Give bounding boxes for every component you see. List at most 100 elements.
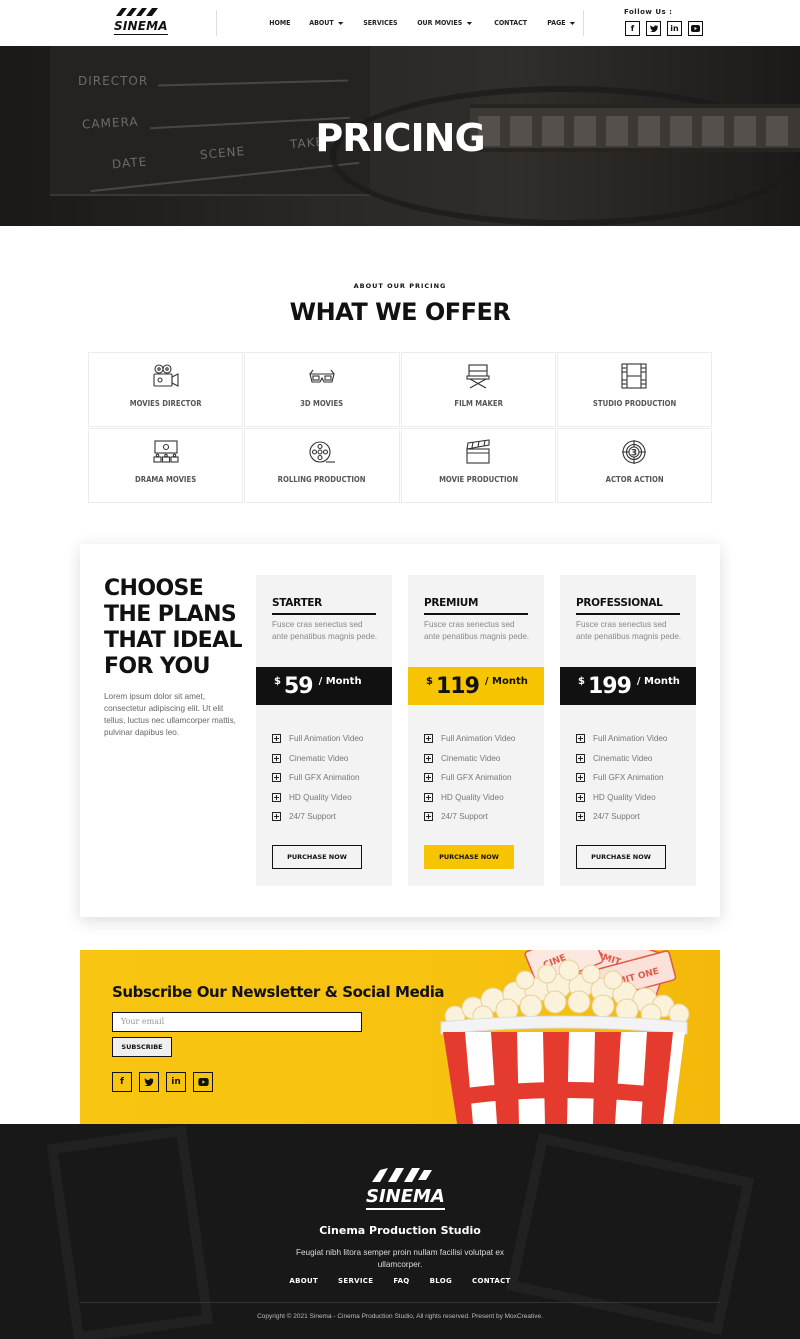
plus-square-icon bbox=[272, 773, 281, 783]
youtube-icon[interactable] bbox=[688, 21, 703, 36]
offer-item[interactable]: MOVIES DIRECTOR bbox=[88, 352, 244, 427]
plan-underline bbox=[272, 613, 376, 615]
nav-page[interactable]: PAGE bbox=[540, 19, 583, 27]
feature-label: Cinematic Video bbox=[441, 753, 501, 763]
offer-item[interactable]: ROLLING PRODUCTION bbox=[244, 428, 400, 503]
footer-link-about[interactable]: ABOUT bbox=[279, 1277, 328, 1285]
footer-link-blog[interactable]: BLOG bbox=[420, 1277, 462, 1285]
chevron-down-icon bbox=[569, 21, 575, 25]
price-band: $ 119 / Month bbox=[408, 667, 544, 705]
feature-list: Full Animation Video Cinematic Video Ful… bbox=[272, 729, 364, 827]
plus-square-icon bbox=[576, 773, 585, 783]
nav-our-movies-label: OUR MOVIES bbox=[417, 19, 463, 27]
plan-card-professional: PROFESSIONAL Fusce cras senectus sed ant… bbox=[560, 575, 696, 886]
price-amount: 199 bbox=[587, 673, 632, 699]
twitter-icon[interactable] bbox=[139, 1072, 159, 1092]
list-item: 24/7 Support bbox=[272, 807, 364, 827]
site-footer: SINEMA Cinema Production Studio Feugiat … bbox=[0, 1124, 800, 1339]
feature-label: HD Quality Video bbox=[289, 792, 352, 802]
page-title: PRICING bbox=[315, 116, 485, 160]
nav-about-label: ABOUT bbox=[308, 19, 334, 27]
offer-item[interactable]: 3D MOVIES bbox=[244, 352, 400, 427]
nav-our-movies[interactable]: OUR MOVIES bbox=[410, 19, 479, 27]
site-header: SINEMA HOME ABOUT SERVICES OUR MOVIES CO… bbox=[0, 0, 800, 46]
copyright-text: Copyright © 2021 Sinema - Cinema Product… bbox=[257, 1313, 543, 1320]
nav-about[interactable]: ABOUT bbox=[302, 19, 351, 27]
chevron-down-icon bbox=[466, 21, 473, 25]
offer-item[interactable]: DRAMA MOVIES bbox=[88, 428, 244, 503]
price-period: / Month bbox=[484, 676, 528, 687]
follow-label: Follow Us : bbox=[624, 8, 673, 16]
twitter-icon[interactable] bbox=[646, 21, 661, 36]
plus-square-icon bbox=[576, 792, 585, 802]
footer-link-contact[interactable]: CONTACT bbox=[462, 1277, 521, 1285]
offer-item[interactable]: FILM MAKER bbox=[400, 352, 556, 427]
plan-description: Fusce cras senectus sed ante penatibus m… bbox=[576, 620, 682, 641]
price-period: / Month bbox=[318, 676, 362, 687]
feature-label: HD Quality Video bbox=[441, 792, 504, 802]
price-band: $ 59 / Month bbox=[256, 667, 392, 705]
offer-grid: MOVIES DIRECTOR 3D MOVIES FILM MAKER STU… bbox=[88, 352, 712, 503]
plus-square-icon bbox=[576, 753, 585, 763]
footer-logo[interactable]: SINEMA bbox=[366, 1168, 445, 1216]
email-field[interactable]: Your email bbox=[112, 1012, 362, 1032]
price-period: / Month bbox=[636, 676, 680, 687]
list-item: 24/7 Support bbox=[424, 807, 516, 827]
nav-services[interactable]: SERVICES bbox=[356, 19, 405, 27]
plan-description: Fusce cras senectus sed ante penatibus m… bbox=[424, 620, 530, 641]
purchase-button[interactable]: PURCHASE NOW bbox=[424, 845, 514, 869]
feature-label: Full GFX Animation bbox=[593, 773, 664, 783]
plan-card-premium: PREMIUM Fusce cras senectus sed ante pen… bbox=[408, 575, 544, 886]
list-item: Full GFX Animation bbox=[272, 768, 364, 788]
feature-label: Full Animation Video bbox=[289, 734, 364, 744]
nav-contact[interactable]: CONTACT bbox=[487, 19, 534, 27]
purchase-button[interactable]: PURCHASE NOW bbox=[576, 845, 666, 869]
linkedin-icon[interactable]: in bbox=[667, 21, 682, 36]
feature-label: Full Animation Video bbox=[441, 734, 516, 744]
purchase-button[interactable]: PURCHASE NOW bbox=[272, 845, 362, 869]
feature-label: 24/7 Support bbox=[593, 812, 640, 822]
price-amount: 119 bbox=[435, 673, 480, 699]
film-camera-icon bbox=[153, 364, 179, 387]
clapperboard-icon bbox=[466, 439, 490, 464]
feature-label: Cinematic Video bbox=[289, 753, 349, 763]
list-item: Cinematic Video bbox=[272, 749, 364, 769]
main-nav: HOME ABOUT SERVICES OUR MOVIES CONTACT P… bbox=[262, 0, 587, 46]
offer-item[interactable]: 3 ACTOR ACTION bbox=[556, 428, 712, 503]
offer-kicker: ABOUT OUR PRICING bbox=[353, 282, 447, 290]
offer-item[interactable]: STUDIO PRODUCTION bbox=[556, 352, 712, 427]
offer-item-label: MOVIES DIRECTOR bbox=[129, 399, 202, 408]
facebook-icon[interactable]: f bbox=[112, 1072, 132, 1092]
page-hero: DIRECTOR CAMERA DATE SCENE TAKE PRICING bbox=[0, 46, 800, 226]
offer-item-label: ACTOR ACTION bbox=[605, 475, 664, 484]
site-logo[interactable]: SINEMA bbox=[114, 8, 168, 38]
list-item: Full Animation Video bbox=[272, 729, 364, 749]
plus-square-icon bbox=[424, 812, 433, 822]
footer-link-faq[interactable]: FAQ bbox=[383, 1277, 419, 1285]
price-currency: $ bbox=[274, 676, 281, 687]
youtube-icon[interactable] bbox=[193, 1072, 213, 1092]
newsletter-title: Subscribe Our Newsletter & Social Media bbox=[112, 983, 445, 1001]
linkedin-icon[interactable]: in bbox=[166, 1072, 186, 1092]
plan-underline bbox=[424, 613, 528, 615]
feature-label: Full GFX Animation bbox=[441, 773, 512, 783]
header-social-links: f in bbox=[625, 21, 703, 36]
plus-square-icon bbox=[272, 812, 281, 822]
header-divider bbox=[216, 10, 217, 36]
feature-list: Full Animation Video Cinematic Video Ful… bbox=[576, 729, 668, 827]
footer-link-service[interactable]: SERVICE bbox=[328, 1277, 383, 1285]
offer-item[interactable]: MOVIE PRODUCTION bbox=[400, 428, 556, 503]
facebook-icon[interactable]: f bbox=[625, 21, 640, 36]
film-reel-icon bbox=[309, 441, 335, 463]
list-item: 24/7 Support bbox=[576, 807, 668, 827]
plus-square-icon bbox=[424, 734, 433, 744]
board-label: DIRECTOR bbox=[78, 74, 149, 88]
nav-home[interactable]: HOME bbox=[262, 19, 298, 27]
subscribe-button[interactable]: SUBSCRIBE bbox=[112, 1037, 172, 1057]
plan-name: PROFESSIONAL bbox=[576, 597, 663, 609]
plus-square-icon bbox=[272, 753, 281, 763]
list-item: HD Quality Video bbox=[272, 788, 364, 808]
plus-square-icon bbox=[272, 792, 281, 802]
film-strip-icon bbox=[621, 363, 647, 389]
offer-item-label: DRAMA MOVIES bbox=[135, 475, 197, 484]
